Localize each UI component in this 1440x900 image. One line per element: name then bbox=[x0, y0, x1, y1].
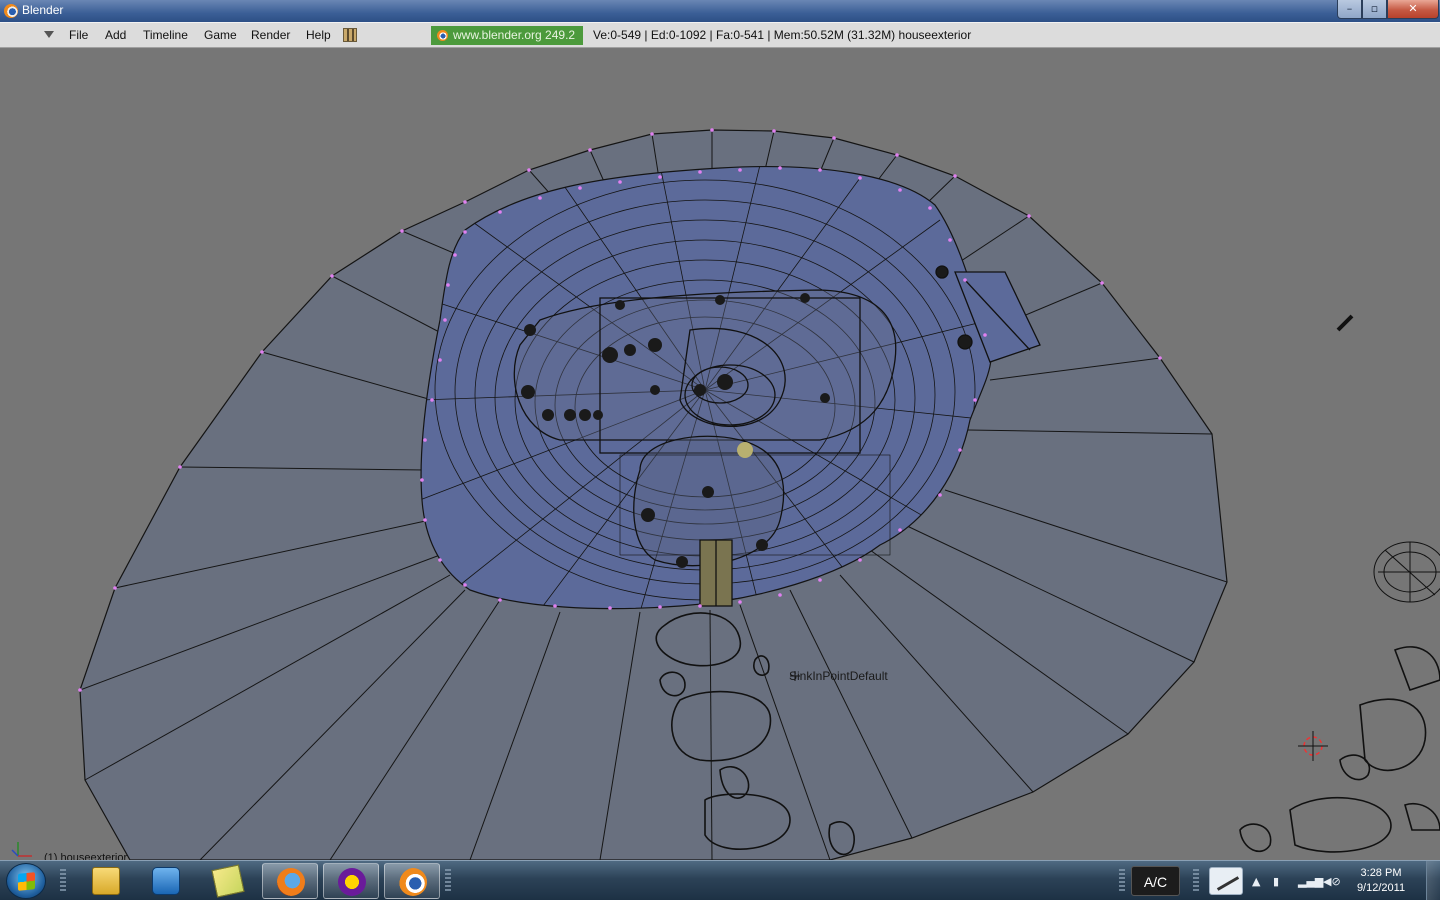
active-object-label: (1) houseexterior bbox=[44, 852, 128, 860]
taskbar-explorer-button[interactable] bbox=[78, 863, 134, 899]
menu-timeline[interactable]: Timeline bbox=[143, 28, 188, 42]
taskbar-sticky-notes-button[interactable] bbox=[200, 863, 256, 899]
maximize-button[interactable]: ▫ bbox=[1362, 0, 1387, 19]
menu-game[interactable]: Game bbox=[204, 28, 237, 42]
window-title: Blender bbox=[22, 3, 64, 17]
header-collapse-icon[interactable] bbox=[44, 31, 54, 38]
menu-help[interactable]: Help bbox=[306, 28, 331, 42]
show-desktop-button[interactable] bbox=[1426, 861, 1440, 900]
pen-input-icon[interactable] bbox=[1209, 867, 1243, 895]
empty-object-label: SinkInPointDefault bbox=[789, 669, 888, 683]
screen-layout-icon[interactable] bbox=[343, 28, 357, 42]
power-icon[interactable]: ▮ bbox=[1273, 875, 1279, 888]
menu-render[interactable]: Render bbox=[251, 28, 290, 42]
taskbar-grip[interactable] bbox=[60, 869, 66, 893]
blender-icon bbox=[399, 868, 427, 896]
blender-logo-icon bbox=[437, 30, 448, 41]
taskbar-toolbar-grip-right[interactable] bbox=[1119, 869, 1125, 893]
axis-gizmo-icon bbox=[11, 842, 32, 857]
start-button[interactable] bbox=[6, 863, 46, 899]
minimize-button[interactable]: – bbox=[1337, 0, 1362, 19]
clock-time: 3:28 PM bbox=[1360, 867, 1402, 879]
folder-icon bbox=[92, 867, 120, 895]
screen: Blender – ▫ ✕ File Add Timeline Game Ren… bbox=[0, 0, 1440, 900]
taskbar-toolbar-grip[interactable] bbox=[445, 869, 451, 893]
lamp-object bbox=[1336, 314, 1354, 332]
close-button[interactable]: ✕ bbox=[1387, 0, 1439, 19]
taskbar-blender-button[interactable] bbox=[384, 863, 440, 899]
blender-app-icon bbox=[4, 4, 18, 18]
3d-viewport[interactable]: SinkInPointDefault (1) houseexterior bbox=[0, 49, 1440, 860]
blender-website-link[interactable]: www.blender.org 249.2 bbox=[431, 26, 583, 45]
ac-toolbar-button[interactable]: A/C bbox=[1131, 866, 1180, 896]
yahoo-messenger-icon bbox=[338, 868, 366, 896]
system-clock[interactable]: 3:28 PM 9/12/2011 bbox=[1348, 866, 1414, 896]
sticky-notes-icon bbox=[211, 864, 245, 898]
window-titlebar[interactable]: Blender – ▫ ✕ bbox=[0, 0, 1440, 22]
taskbar-firefox-button[interactable] bbox=[262, 863, 318, 899]
menu-file[interactable]: File bbox=[69, 28, 88, 42]
taskbar-yahoo-messenger-button[interactable] bbox=[323, 863, 379, 899]
show-hidden-icons-button[interactable]: ▲ bbox=[1252, 875, 1260, 888]
blender-info-header: File Add Timeline Game Render Help www.b… bbox=[0, 22, 1440, 48]
windows-taskbar: A/C ▲ ▮ ▂▄▆ ◀⊘ 3:28 PM 9/12/2011 bbox=[0, 860, 1440, 900]
volume-muted-icon[interactable]: ◀⊘ bbox=[1323, 875, 1341, 888]
scene-stats: Ve:0-549 | Ed:0-1092 | Fa:0-541 | Mem:50… bbox=[593, 28, 972, 42]
3d-cursor-icon[interactable] bbox=[1298, 731, 1328, 761]
blender-website-label: www.blender.org 249.2 bbox=[453, 28, 576, 42]
taskbar-toolbar-grip-tray[interactable] bbox=[1193, 869, 1199, 893]
media-player-icon bbox=[152, 867, 180, 895]
tree-object-wireframe bbox=[1373, 541, 1440, 603]
clock-date: 9/12/2011 bbox=[1356, 882, 1406, 894]
firefox-icon bbox=[277, 868, 305, 896]
network-icon[interactable]: ▂▄▆ bbox=[1298, 875, 1323, 888]
windows-logo-icon bbox=[18, 872, 35, 891]
menu-add[interactable]: Add bbox=[105, 28, 126, 42]
taskbar-media-player-button[interactable] bbox=[138, 863, 194, 899]
viewport-wireframe-scene bbox=[11, 128, 1440, 860]
